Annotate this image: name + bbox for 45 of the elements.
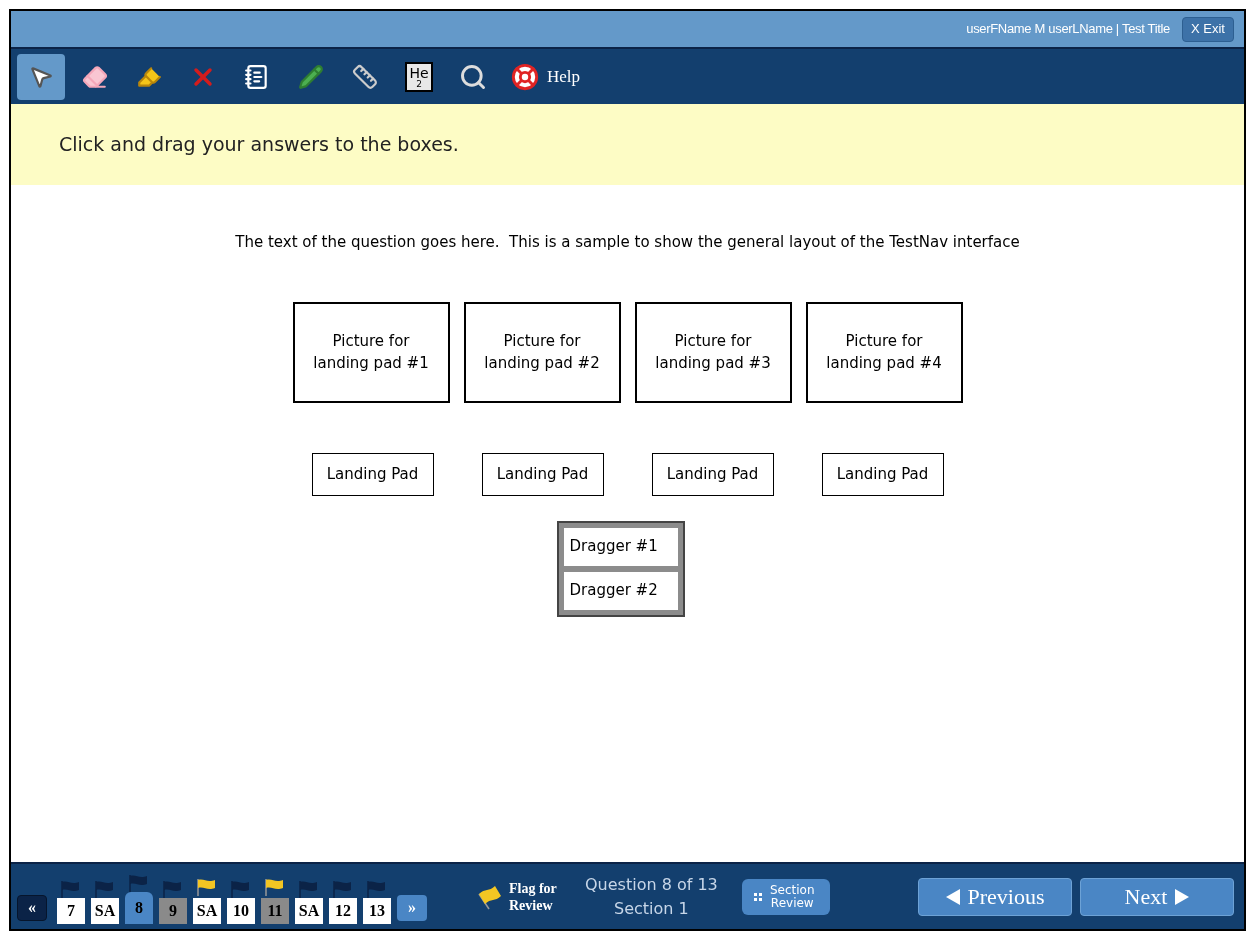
question-number-button[interactable]: SA <box>193 897 221 924</box>
question-number-button[interactable]: 13 <box>363 897 391 924</box>
next-button[interactable]: Next <box>1080 877 1234 916</box>
instruction-text: Click and drag your answers to the boxes. <box>59 132 459 158</box>
help-button[interactable]: Help <box>503 62 581 91</box>
search-icon <box>459 62 487 91</box>
question-number-button[interactable]: 12 <box>329 897 357 924</box>
element-tile-icon: He 2 <box>405 61 433 92</box>
section-label: Section 1 <box>614 897 689 920</box>
landing-pad[interactable]: Landing Pad <box>311 452 434 496</box>
picture-caption: Picture for landing pad #3 <box>654 331 772 374</box>
eraser-icon <box>82 63 108 90</box>
question-position: Question 8 of 13 <box>585 873 718 896</box>
left-triangle-icon <box>945 888 960 905</box>
dragger[interactable]: Dragger #2 <box>563 571 678 610</box>
question-number-button[interactable]: 8 <box>125 891 153 924</box>
tool-button[interactable]: He 2 <box>395 53 443 100</box>
question-number-button[interactable]: SA <box>91 897 119 924</box>
right-triangle-icon <box>1175 888 1190 905</box>
question-number-button[interactable]: 9 <box>159 897 187 924</box>
pencil-icon <box>298 63 324 90</box>
picture-caption: Picture for landing pad #1 <box>312 331 430 374</box>
tool-button[interactable] <box>17 53 65 100</box>
lifebuoy-icon <box>511 62 539 91</box>
question-text: The text of the question goes here. This is a sample to show the general layout of the TestNav interface <box>235 232 1020 253</box>
ruler-icon <box>352 63 378 90</box>
question-number-button[interactable]: 11 <box>261 897 289 924</box>
grid-icon <box>754 892 764 901</box>
section-review-button[interactable]: Section Review <box>741 878 830 915</box>
scroll-left-button[interactable]: « <box>17 894 47 921</box>
user-title: userFName M userLName | Test Title <box>966 20 1171 39</box>
scroll-right-button[interactable]: » <box>397 894 427 921</box>
exit-button[interactable]: X Exit <box>1182 16 1234 42</box>
question-number-button[interactable]: 10 <box>227 897 255 924</box>
question-number-button[interactable]: 7 <box>57 897 85 924</box>
landing-pad[interactable]: Landing Pad <box>481 452 604 496</box>
notepad-icon <box>244 63 270 90</box>
landing-pad[interactable]: Landing Pad <box>651 452 774 496</box>
previous-button[interactable]: Previous <box>918 877 1072 916</box>
flag-for-review-button[interactable]: Flag for Review <box>477 879 569 914</box>
picture-caption: Picture for landing pad #2 <box>483 331 601 374</box>
landing-pad[interactable]: Landing Pad <box>821 452 944 496</box>
question-number-button[interactable]: SA <box>295 897 323 924</box>
picture-caption: Picture for landing pad #4 <box>825 331 943 374</box>
dragger[interactable]: Dragger #1 <box>563 527 678 566</box>
